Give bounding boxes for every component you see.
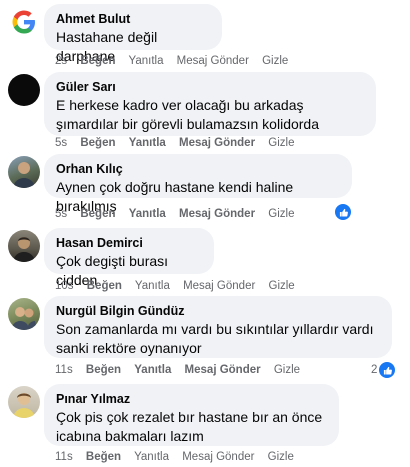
- avatar[interactable]: [8, 74, 40, 106]
- comment-time[interactable]: 5s: [55, 137, 67, 149]
- reaction-count: 2: [371, 364, 378, 376]
- avatar[interactable]: [8, 230, 40, 262]
- reaction-summary[interactable]: [334, 203, 352, 221]
- comment-bubble: Nurgül Bilgin Gündüz Son zamanlarda mı v…: [44, 296, 392, 358]
- comment-author[interactable]: Güler Sarı: [56, 79, 364, 95]
- avatar[interactable]: [8, 156, 40, 188]
- send-message-button[interactable]: Mesaj Gönder: [179, 208, 255, 220]
- reaction-summary[interactable]: 2: [371, 361, 397, 379]
- comment-time[interactable]: 11s: [55, 364, 73, 376]
- send-message-button[interactable]: Mesaj Gönder: [182, 451, 254, 463]
- comment-actions: 2s Beğen Yanıtla Mesaj Gönder Gizle: [55, 54, 298, 68]
- comment-time[interactable]: 5s: [55, 208, 67, 220]
- reply-button[interactable]: Yanıtla: [129, 137, 166, 149]
- avatar[interactable]: [8, 6, 40, 38]
- hide-button[interactable]: Gizle: [262, 55, 288, 67]
- like-button[interactable]: Beğen: [86, 451, 121, 463]
- comment-author[interactable]: Pınar Yılmaz: [56, 391, 327, 407]
- comment-bubble: Pınar Yılmaz Çok pis çok rezalet bır has…: [44, 384, 339, 446]
- comment-actions: 11s Beğen Yanıtla Mesaj Gönder Gizle: [55, 363, 310, 377]
- like-button[interactable]: Beğen: [80, 208, 115, 220]
- comment-bubble: Orhan Kılıç Aynen çok doğru hastane kend…: [44, 154, 352, 214]
- thumbs-up-icon: [378, 361, 397, 379]
- reply-button[interactable]: Yanıtla: [134, 451, 169, 463]
- send-message-button[interactable]: Mesaj Gönder: [177, 55, 249, 67]
- comment-item: Nurgül Bilgin Gündüz Son zamanlarda mı v…: [0, 294, 410, 382]
- comment-item: Orhan Kılıç Aynen çok doğru hastane kend…: [0, 152, 410, 224]
- avatar[interactable]: [8, 298, 40, 330]
- like-button[interactable]: Beğen: [86, 364, 121, 376]
- profile-photo-icon: [13, 237, 35, 262]
- comment-text: Çok pis çok rezalet bır hastane bır an ö…: [56, 409, 323, 444]
- comment-item: Pınar Yılmaz Çok pis çok rezalet bır has…: [0, 382, 410, 467]
- comment-time[interactable]: 10s: [55, 280, 74, 292]
- profile-photo-icon: [13, 162, 35, 188]
- send-message-button[interactable]: Mesaj Gönder: [183, 280, 255, 292]
- send-message-button[interactable]: Mesaj Gönder: [185, 364, 261, 376]
- comment-item: Hasan Demirci Çok degişti burası cidden …: [0, 224, 410, 294]
- profile-photo-icon: [11, 307, 37, 330]
- reply-button[interactable]: Yanıtla: [129, 208, 166, 220]
- like-button[interactable]: Beğen: [80, 55, 115, 67]
- reply-button[interactable]: Yanıtla: [129, 55, 164, 67]
- send-message-button[interactable]: Mesaj Gönder: [179, 137, 255, 149]
- like-button[interactable]: Beğen: [80, 137, 115, 149]
- reply-button[interactable]: Yanıtla: [134, 364, 171, 376]
- hide-button[interactable]: Gizle: [268, 208, 294, 220]
- comment-time[interactable]: 11s: [55, 451, 73, 463]
- thumbs-up-icon: [334, 203, 352, 221]
- profile-photo-icon: [13, 393, 35, 418]
- comment-actions: 10s Beğen Yanıtla Mesaj Gönder Gizle: [55, 279, 305, 293]
- comment-actions: 5s Beğen Yanıtla Mesaj Gönder Gizle: [55, 136, 304, 150]
- comment-text: E herkese kadro ver olacağı bu arkadaş ş…: [56, 97, 319, 132]
- hide-button[interactable]: Gizle: [274, 364, 300, 376]
- comment-author[interactable]: Nurgül Bilgin Gündüz: [56, 303, 380, 319]
- like-button[interactable]: Beğen: [87, 280, 122, 292]
- comment-text: Son zamanlarda mı vardı bu sıkıntılar yı…: [56, 321, 374, 356]
- comment-bubble: Hasan Demirci Çok degişti burası cidden: [44, 228, 214, 288]
- comment-author[interactable]: Ahmet Bulut: [56, 11, 210, 27]
- comment-item: Ahmet Bulut Hastahane değil darphane 2s …: [0, 0, 410, 70]
- avatar[interactable]: [8, 386, 40, 418]
- hide-button[interactable]: Gizle: [268, 451, 294, 463]
- comment-author[interactable]: Hasan Demirci: [56, 235, 202, 251]
- google-logo-icon: [12, 10, 35, 34]
- comment-author[interactable]: Orhan Kılıç: [56, 161, 340, 177]
- hide-button[interactable]: Gizle: [269, 280, 295, 292]
- comment-actions: 5s Beğen Yanıtla Mesaj Gönder Gizle: [55, 207, 304, 221]
- comment-actions: 11s Beğen Yanıtla Mesaj Gönder Gizle: [55, 450, 304, 464]
- comment-bubble: Ahmet Bulut Hastahane değil darphane: [44, 4, 222, 64]
- hide-button[interactable]: Gizle: [268, 137, 294, 149]
- comment-item: Güler Sarı E herkese kadro ver olacağı b…: [0, 70, 410, 152]
- reply-button[interactable]: Yanıtla: [135, 280, 170, 292]
- comment-time[interactable]: 2s: [55, 55, 67, 67]
- comment-bubble: Güler Sarı E herkese kadro ver olacağı b…: [44, 72, 376, 136]
